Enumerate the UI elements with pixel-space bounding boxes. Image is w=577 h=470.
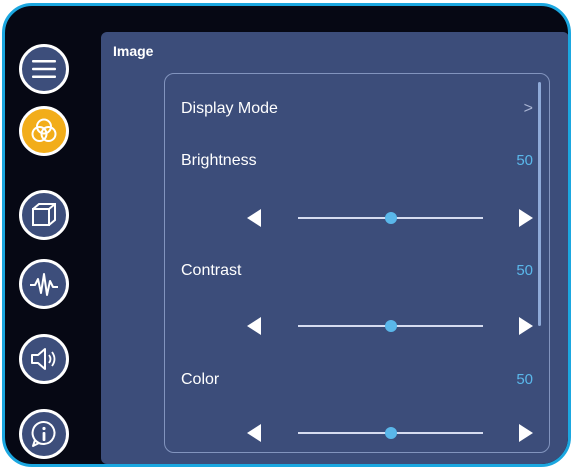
color-decrease-icon[interactable]	[247, 424, 261, 442]
sound-settings-button[interactable]	[19, 334, 69, 384]
slider-track[interactable]	[298, 212, 483, 224]
slider-thumb[interactable]	[384, 212, 397, 224]
color-value: 50	[516, 371, 533, 388]
settings-list[interactable]: Display Mode > Brightness 50 Contrast 50	[164, 73, 550, 453]
display-mode-label: Display Mode	[181, 100, 278, 117]
contrast-value: 50	[516, 262, 533, 279]
slider-thumb[interactable]	[384, 427, 397, 439]
contrast-label: Contrast	[181, 262, 242, 279]
display-settings-button[interactable]	[19, 190, 69, 240]
menu-frame: Image Display Mode > Brightness 50 Contr…	[2, 3, 571, 467]
chevron-right-icon: >	[523, 100, 533, 117]
slider-thumb[interactable]	[384, 320, 397, 332]
panel-title: Image	[113, 43, 154, 59]
contrast-slider[interactable]	[165, 311, 549, 341]
slider-track[interactable]	[298, 320, 483, 332]
sidebar	[5, 6, 97, 464]
brightness-slider[interactable]	[165, 203, 549, 233]
brightness-value: 50	[516, 152, 533, 169]
menu-icon	[32, 60, 56, 78]
audio-settings-button[interactable]	[19, 259, 69, 309]
image-settings-button[interactable]	[19, 106, 69, 156]
info-button[interactable]	[19, 409, 69, 459]
contrast-increase-icon[interactable]	[519, 317, 533, 335]
brightness-increase-icon[interactable]	[519, 209, 533, 227]
info-icon	[31, 420, 56, 447]
brightness-label: Brightness	[181, 152, 257, 169]
display-mode-row[interactable]: Display Mode >	[165, 96, 549, 122]
brightness-decrease-icon[interactable]	[247, 209, 261, 227]
waveform-icon	[30, 273, 58, 296]
color-label: Color	[181, 371, 220, 388]
color-slider[interactable]	[165, 418, 549, 448]
contrast-decrease-icon[interactable]	[247, 317, 261, 335]
display-3d-icon	[32, 203, 56, 226]
image-color-icon	[31, 118, 57, 142]
menu-button[interactable]	[19, 44, 69, 94]
color-increase-icon[interactable]	[519, 424, 533, 442]
slider-track[interactable]	[298, 427, 483, 439]
image-panel: Image Display Mode > Brightness 50 Contr…	[101, 32, 568, 464]
speaker-icon	[31, 348, 56, 370]
